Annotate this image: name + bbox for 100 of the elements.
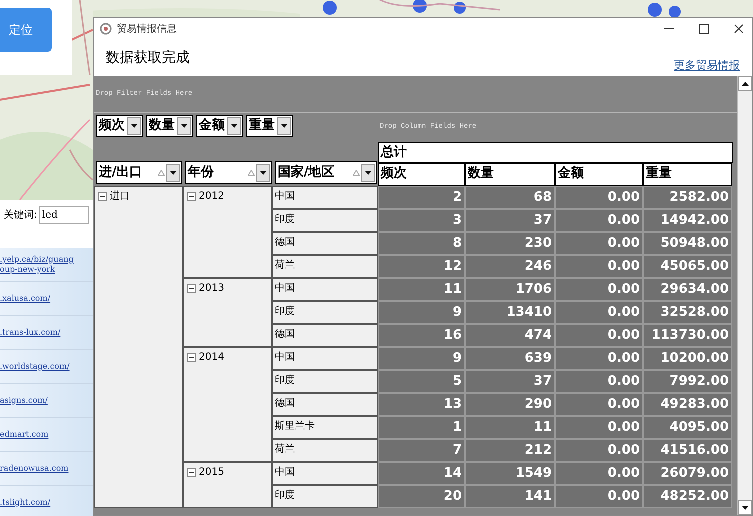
dropdown-button[interactable] <box>361 164 375 182</box>
keyword-label: 关键词: <box>4 208 38 222</box>
scroll-down-icon[interactable] <box>742 506 748 510</box>
caret-icon <box>130 124 138 128</box>
measure-header: 数量 <box>465 163 555 186</box>
year-label: 2012 <box>199 190 224 204</box>
value-cell: 29634.00 <box>643 278 732 301</box>
value-cell: 0.00 <box>555 209 643 232</box>
link[interactable]: .tslight.com/ <box>0 498 51 508</box>
value-cell: 1706 <box>465 278 555 301</box>
value-cell: 37 <box>465 209 555 232</box>
total-header: 总计 <box>378 142 733 163</box>
country-cell: 中国 <box>272 186 378 209</box>
scrollbar[interactable] <box>737 76 752 515</box>
value-cell: 5 <box>378 370 465 393</box>
value-cell: 639 <box>465 347 555 370</box>
maximize-icon[interactable] <box>699 24 709 34</box>
link[interactable]: .worldstage.com/ <box>0 362 70 372</box>
value-cell: 45065.00 <box>643 255 732 278</box>
value-cell: 0.00 <box>555 462 643 485</box>
value-cell: 1549 <box>465 462 555 485</box>
collapse-icon[interactable] <box>187 468 196 477</box>
value-cell: 48252.00 <box>643 485 732 508</box>
row-field-button[interactable]: 年份 <box>185 161 272 184</box>
country-cell: 德国 <box>272 324 378 347</box>
link[interactable]: .trans-lux.com/ <box>0 328 61 338</box>
year-label: 2014 <box>199 351 224 365</box>
row-field-button[interactable]: 进/出口 <box>96 161 182 184</box>
dropdown-button[interactable] <box>127 117 141 135</box>
value-cell: 11 <box>378 278 465 301</box>
status-heading: 数据获取完成 <box>106 48 190 68</box>
link[interactable]: asigns.com/ <box>0 396 48 406</box>
value-cell: 212 <box>465 439 555 462</box>
caret-icon <box>230 124 238 128</box>
value-cell: 20 <box>378 485 465 508</box>
value-cell: 0.00 <box>555 232 643 255</box>
value-cell: 11 <box>465 416 555 439</box>
value-cell: 0.00 <box>555 485 643 508</box>
value-cell: 4095.00 <box>643 416 732 439</box>
minimize-icon[interactable] <box>664 28 674 30</box>
value-cell: 0.00 <box>555 278 643 301</box>
link[interactable]: radenowusa.com <box>0 464 69 474</box>
value-cell: 7992.00 <box>643 370 732 393</box>
value-cell: 0.00 <box>555 301 643 324</box>
close-icon[interactable] <box>734 24 744 34</box>
more-link[interactable]: 更多贸易情报 <box>674 58 740 74</box>
value-cell: 2582.00 <box>643 186 732 209</box>
dropdown-button[interactable] <box>277 117 291 135</box>
value-cell: 49283.00 <box>643 393 732 416</box>
value-cell: 2 <box>378 186 465 209</box>
data-field-button[interactable]: 数量 <box>146 115 193 137</box>
row-field-button[interactable]: 国家/地区 <box>275 161 377 184</box>
value-cell: 12 <box>378 255 465 278</box>
value-cell: 3 <box>378 209 465 232</box>
value-cell: 0.00 <box>555 186 643 209</box>
country-cell: 印度 <box>272 370 378 393</box>
data-field-button[interactable]: 金额 <box>196 115 243 137</box>
value-cell: 16 <box>378 324 465 347</box>
measure-header: 频次 <box>378 163 465 186</box>
data-field-button[interactable]: 频次 <box>96 115 143 137</box>
dropdown-button[interactable] <box>166 164 180 182</box>
value-cell: 474 <box>465 324 555 347</box>
country-cell: 中国 <box>272 462 378 485</box>
data-field-button[interactable]: 重量 <box>246 115 293 137</box>
value-cell: 41516.00 <box>643 439 732 462</box>
dropdown-button[interactable] <box>256 164 270 182</box>
collapse-icon[interactable] <box>187 353 196 362</box>
year-label: 2015 <box>199 466 224 480</box>
country-cell: 斯里兰卡 <box>272 416 378 439</box>
value-cell: 0.00 <box>555 255 643 278</box>
value-cell: 10200.00 <box>643 347 732 370</box>
dropdown-button[interactable] <box>177 117 191 135</box>
measure-header: 重量 <box>643 163 732 186</box>
measure-header: 金额 <box>555 163 643 186</box>
caret-icon <box>180 124 188 128</box>
value-cell: 7 <box>378 439 465 462</box>
link[interactable]: .xalusa.com/ <box>0 294 51 304</box>
value-cell: 50948.00 <box>643 232 732 255</box>
collapse-icon[interactable] <box>187 192 196 201</box>
value-cell: 68 <box>465 186 555 209</box>
value-cell: 141 <box>465 485 555 508</box>
scroll-up-icon[interactable] <box>742 82 748 86</box>
group-label: 进口 <box>110 190 130 204</box>
caret-icon <box>260 170 266 174</box>
link[interactable]: edmart.com <box>0 430 49 440</box>
value-cell: 0.00 <box>555 439 643 462</box>
link[interactable]: .yelp.ca/biz/guang oup-new-york <box>0 254 74 274</box>
keyword-field[interactable]: led <box>39 206 90 224</box>
value-cell: 8 <box>378 232 465 255</box>
country-cell: 荷兰 <box>272 255 378 278</box>
collapse-icon[interactable] <box>187 284 196 293</box>
collapse-icon[interactable] <box>98 192 107 201</box>
app-icon <box>100 23 112 35</box>
value-cell: 32528.00 <box>643 301 732 324</box>
value-cell: 0.00 <box>555 324 643 347</box>
dropdown-button[interactable] <box>227 117 241 135</box>
value-cell: 1 <box>378 416 465 439</box>
year-label: 2013 <box>199 282 224 296</box>
value-cell: 113730.00 <box>643 324 732 347</box>
value-cell: 0.00 <box>555 370 643 393</box>
